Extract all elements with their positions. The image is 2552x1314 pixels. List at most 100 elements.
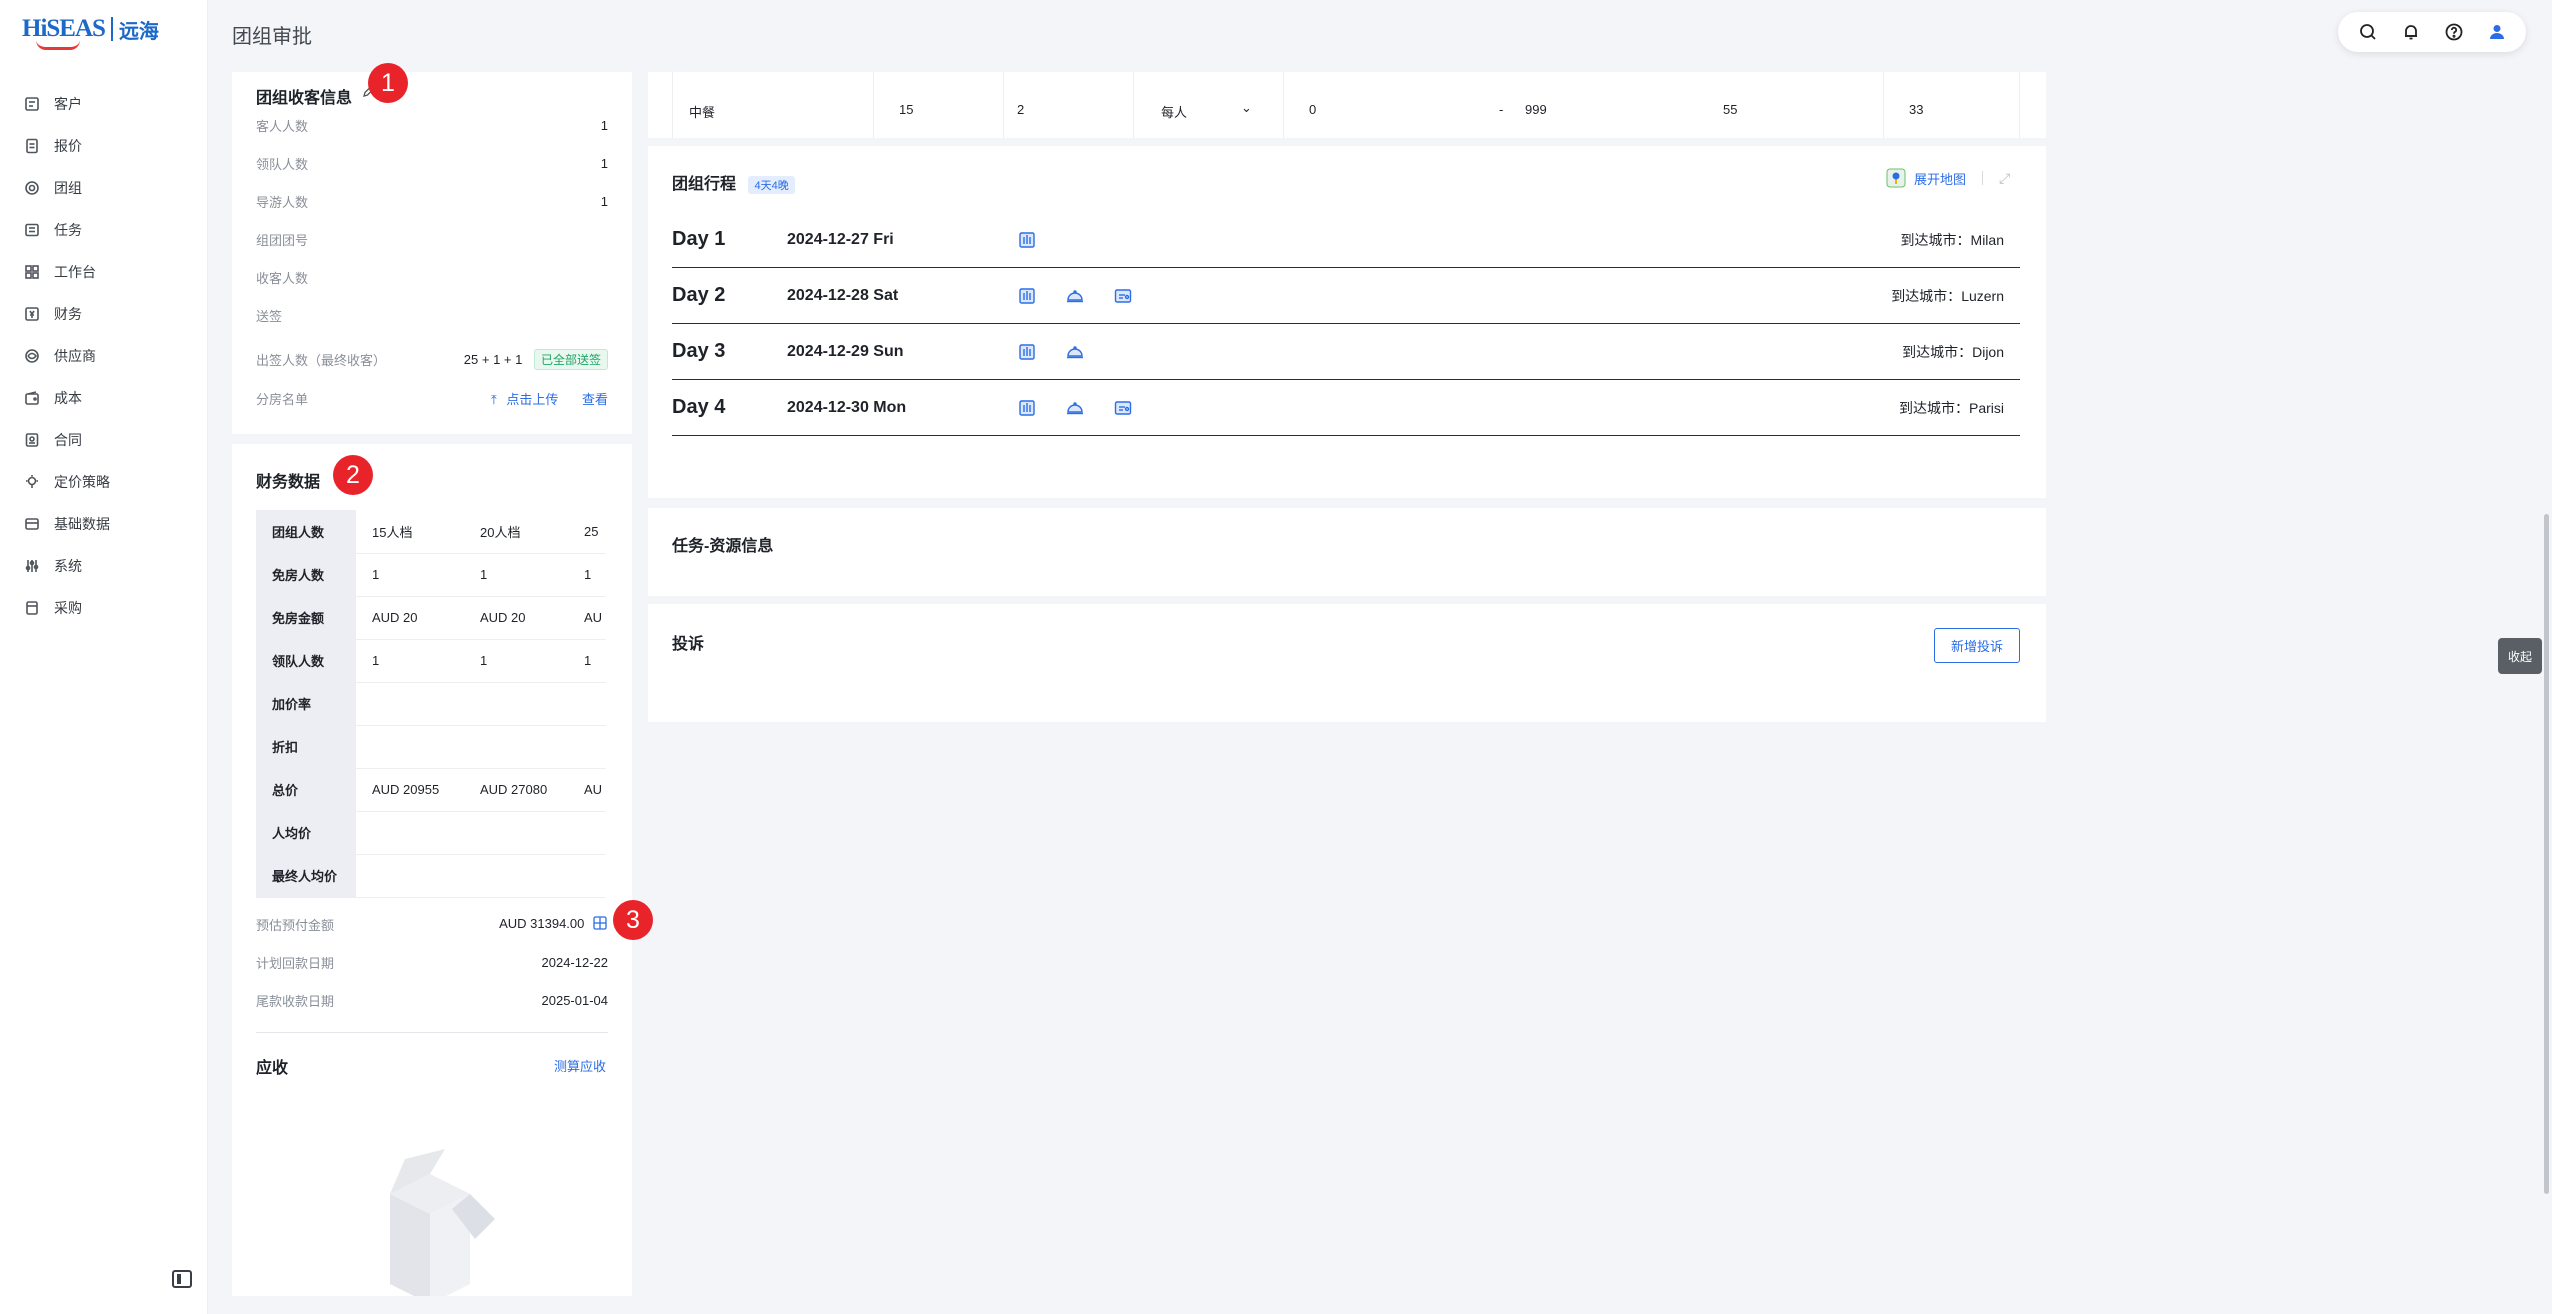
itinerary-day-row[interactable]: Day 2 2024-12-28 Sat 到达城市：Luzern (672, 268, 2020, 324)
sidebar-item-base-data[interactable]: 基础数据 (0, 503, 208, 545)
day-label: Day 4 (672, 396, 726, 418)
finance-row-header: 最终人均价 (256, 854, 356, 898)
itinerary-day-row[interactable]: Day 4 2024-12-30 Mon 到达城市：Parisi (672, 380, 2020, 436)
visa-value-group: 25 + 1 + 1 已全部送签 (463, 348, 608, 370)
arrival-city-label: 到达城市： (1900, 231, 1971, 248)
annotation-marker-1: 1 (368, 63, 408, 103)
arrival-city-label: 到达城市： (1902, 343, 1973, 360)
help-icon[interactable] (2442, 20, 2466, 44)
add-complaint-button[interactable]: 新增投诉 (1934, 628, 2021, 663)
sidebar-item-task[interactable]: 任务 (0, 209, 208, 251)
meal-icon[interactable] (1065, 342, 1085, 362)
view-link[interactable]: 查看 (582, 392, 608, 407)
finance-cell (464, 811, 572, 855)
finance-cell (464, 854, 572, 898)
upload-link[interactable]: 点击上传 (506, 392, 558, 407)
bell-icon[interactable] (2399, 20, 2423, 44)
user-icon[interactable] (2485, 20, 2509, 44)
guest-info-value: 1 (600, 155, 608, 171)
prepay-value: AUD 31394.00 (499, 915, 585, 931)
guest-info-label: 导游人数 (256, 194, 309, 210)
sidebar-item-cost[interactable]: 成本 (0, 377, 208, 419)
sidebar-item-label: 报价 (54, 138, 82, 154)
room-list-actions: ⤒ 点击上传 查看 (491, 389, 608, 408)
meal-icon[interactable] (1065, 286, 1085, 306)
finance-table-row: 领队人数 1 1 1 (256, 639, 606, 683)
sidebar-item-customer[interactable]: 客户 (0, 83, 208, 125)
sidebar-item-label: 财务 (54, 306, 82, 322)
sidebar-item-system[interactable]: 系统 (0, 545, 208, 587)
itinerary-day-row[interactable]: Day 3 2024-12-29 Sun 到达城市：Dijon (672, 324, 2020, 380)
sidebar-item-workbench[interactable]: 工作台 (0, 251, 208, 293)
sidebar-item-group[interactable]: 团组 (0, 167, 208, 209)
page-scrollbar[interactable] (2544, 514, 2549, 1194)
meal-table-row: 中餐 15 2 每人 ⌄ 0 - 999 55 33 (672, 72, 2020, 138)
finance-cell: AUD 20955 (356, 768, 464, 812)
meal-icon[interactable] (1065, 398, 1085, 418)
finance-cell: AU (572, 596, 606, 640)
sidebar-item-pricing[interactable]: 定价策略 (0, 461, 208, 503)
sidebar-item-purchase[interactable]: 采购 (0, 587, 208, 629)
range-min: 0 (1309, 102, 1317, 117)
ticket-icon[interactable] (1113, 286, 1133, 306)
purchase-icon (26, 601, 38, 615)
unit-select[interactable]: 每人 ⌄ (1161, 100, 1261, 121)
sidebar-item-contract[interactable]: 合同 (0, 419, 208, 461)
sidebar-item-quote[interactable]: 报价 (0, 125, 208, 167)
ticket-icon[interactable] (1113, 398, 1133, 418)
arrival-city: 到达城市：Milan (1901, 230, 2004, 250)
guest-info-label: 收客人数 (256, 270, 309, 286)
map-toggle[interactable]: 展开地图 ⤢ (1886, 168, 2010, 188)
finance-cell (572, 854, 606, 898)
header-toolbar (2338, 12, 2526, 52)
finance-table-row: 最终人均价 (256, 854, 606, 898)
day-date: 2024-12-28 Sat (787, 286, 899, 304)
finance-cell: 25 (572, 510, 606, 554)
arrival-city-value: Milan (1970, 231, 2004, 248)
sidebar-item-supplier[interactable]: 供应商 (0, 335, 208, 377)
hotel-icon[interactable] (1017, 342, 1037, 362)
prepay-value-group: AUD 31394.00 (499, 915, 608, 934)
calculator-icon[interactable] (592, 915, 608, 934)
finance-table-row: 加价率 (256, 682, 606, 726)
guest-info-card: 团组收客信息 客人人数 1 领队人数 1 导游人数 1 组团团号 收客人数 送签 出签人数（最终… (232, 72, 632, 434)
day-date: 2024-12-30 Mon (787, 398, 907, 416)
calc-receivable-link[interactable]: 测算应收 (554, 1056, 606, 1075)
finance-cell: AUD 20 (356, 596, 464, 640)
itinerary-day-row[interactable]: Day 1 2024-12-27 Fri 到达城市：Milan (672, 212, 2020, 268)
plan-date-value: 2024-12-22 (541, 954, 609, 970)
itinerary-title-group: 团组行程 4天4晚 (672, 170, 795, 194)
search-icon[interactable] (2356, 20, 2380, 44)
finance-cell (572, 725, 606, 769)
collapse-panel-button[interactable]: 收起 (2498, 638, 2542, 674)
finance-row-header: 免房金额 (256, 596, 356, 640)
sidebar-item-finance[interactable]: 财务 (0, 293, 208, 335)
finance-row-header: 加价率 (256, 682, 356, 726)
visa-value: 25 + 1 + 1 (463, 351, 523, 367)
guest-info-label: 领队人数 (256, 156, 309, 172)
sidebar-item-label: 成本 (54, 390, 82, 406)
final-date-row: 尾款收款日期 2025-01-04 (256, 990, 608, 1010)
system-icon (25, 560, 39, 572)
app-logo[interactable]: HiSEAS 远海 (22, 12, 159, 50)
annotation-marker-3: 3 (613, 900, 653, 940)
sidebar-item-label: 供应商 (54, 348, 96, 364)
tasks-title: 任务-资源信息 (672, 538, 774, 555)
sidebar-collapse-icon[interactable] (172, 1270, 192, 1288)
cell-divider (873, 72, 874, 138)
task-icon (25, 223, 39, 237)
finance-cell: 1 (572, 553, 606, 597)
hotel-icon[interactable] (1017, 398, 1037, 418)
finance-cell (464, 725, 572, 769)
expand-icon[interactable]: ⤢ (1999, 170, 2010, 187)
hotel-icon[interactable] (1017, 230, 1037, 250)
arrival-city-label: 到达城市： (1891, 287, 1962, 304)
guest-info-row: 送签 (256, 305, 608, 325)
hotel-icon[interactable] (1017, 286, 1037, 306)
upload-icon[interactable]: ⤒ (491, 392, 497, 407)
arrival-city-value: Luzern (1961, 287, 2004, 304)
finance-cell: 1 (356, 553, 464, 597)
prepay-label: 预估预付金额 (256, 917, 335, 933)
unit-select-value: 每人 (1161, 105, 1188, 120)
cell-divider (1003, 72, 1004, 138)
